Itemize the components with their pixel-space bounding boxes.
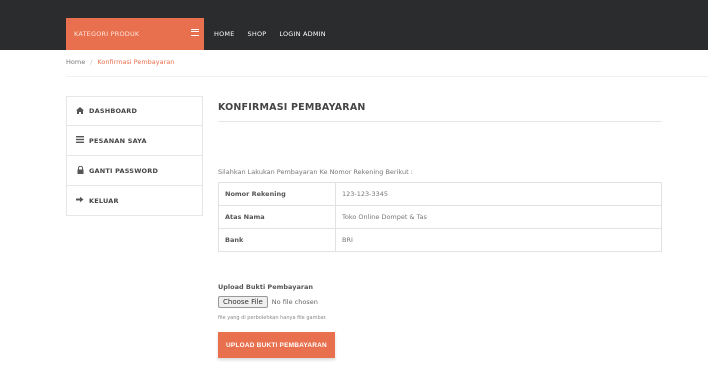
table-value: Toko Online Dompet & Tas: [335, 205, 662, 229]
sidebar: DASHBOARD PESANAN SAYA GANTI PASSWORD KE…: [66, 96, 203, 216]
upload-label: Upload Bukti Pembayaran: [218, 283, 314, 291]
breadcrumb: Home / Konfirmasi Pembayaran: [66, 58, 174, 66]
sign-out-icon: [75, 196, 85, 205]
category-menu-button[interactable]: KATEGORI PRODUK: [66, 18, 204, 50]
breadcrumb-current: Konfirmasi Pembayaran: [97, 58, 175, 66]
top-navbar: KATEGORI PRODUK HOME SHOP LOGIN ADMIN: [0, 0, 708, 50]
category-label: KATEGORI PRODUK: [74, 30, 140, 38]
sidebar-item-dashboard[interactable]: DASHBOARD: [66, 96, 203, 126]
table-key: Nomor Rekening: [218, 182, 336, 206]
title-divider: [218, 121, 662, 122]
main-content: KONFIRMASI PEMBAYARAN Silahkan Lakukan P…: [218, 96, 664, 358]
sidebar-item-pesanan-saya[interactable]: PESANAN SAYA: [66, 126, 203, 156]
sidebar-item-ganti-password[interactable]: GANTI PASSWORD: [66, 156, 203, 186]
file-hint: file yang di perbolehkan hanya file gamb…: [218, 315, 327, 321]
sidebar-item-label: KELUAR: [89, 196, 119, 205]
hamburger-icon[interactable]: [191, 29, 199, 36]
file-status: No file chosen: [271, 298, 318, 306]
breadcrumb-separator: /: [90, 58, 93, 66]
breadcrumb-divider: [66, 76, 708, 77]
breadcrumb-home-link[interactable]: Home: [66, 58, 85, 66]
payment-instruction: Silahkan Lakukan Pembayaran Ke Nomor Rek…: [218, 168, 413, 176]
sidebar-item-label: DASHBOARD: [89, 107, 138, 115]
file-input: Choose File No file chosen: [218, 296, 318, 308]
table-value: 123-123-3345: [335, 182, 662, 206]
list-icon: [75, 136, 85, 145]
lock-icon: [75, 165, 85, 176]
sidebar-item-keluar[interactable]: KELUAR: [66, 186, 203, 216]
nav-link-shop[interactable]: SHOP: [248, 30, 267, 38]
table-row: Atas Nama Toko Online Dompet & Tas: [218, 205, 662, 229]
page-title: KONFIRMASI PEMBAYARAN: [218, 102, 366, 113]
upload-proof-button[interactable]: UPLOAD BUKTI PEMBAYARAN: [218, 332, 335, 358]
table-value: BRI: [335, 228, 662, 252]
account-info-table: Nomor Rekening 123-123-3345 Atas Nama To…: [218, 182, 662, 252]
table-key: Bank: [218, 228, 336, 252]
table-key: Atas Nama: [218, 205, 336, 229]
nav-link-home[interactable]: HOME: [214, 30, 235, 38]
choose-file-button[interactable]: Choose File: [218, 296, 268, 308]
table-row: Bank BRI: [218, 228, 662, 252]
nav-link-login-admin[interactable]: LOGIN ADMIN: [279, 30, 325, 38]
table-row: Nomor Rekening 123-123-3345: [218, 182, 662, 206]
sidebar-item-label: GANTI PASSWORD: [89, 166, 159, 175]
nav-links: HOME SHOP LOGIN ADMIN: [214, 18, 339, 50]
sidebar-item-label: PESANAN SAYA: [89, 136, 147, 145]
home-icon: [75, 106, 85, 116]
